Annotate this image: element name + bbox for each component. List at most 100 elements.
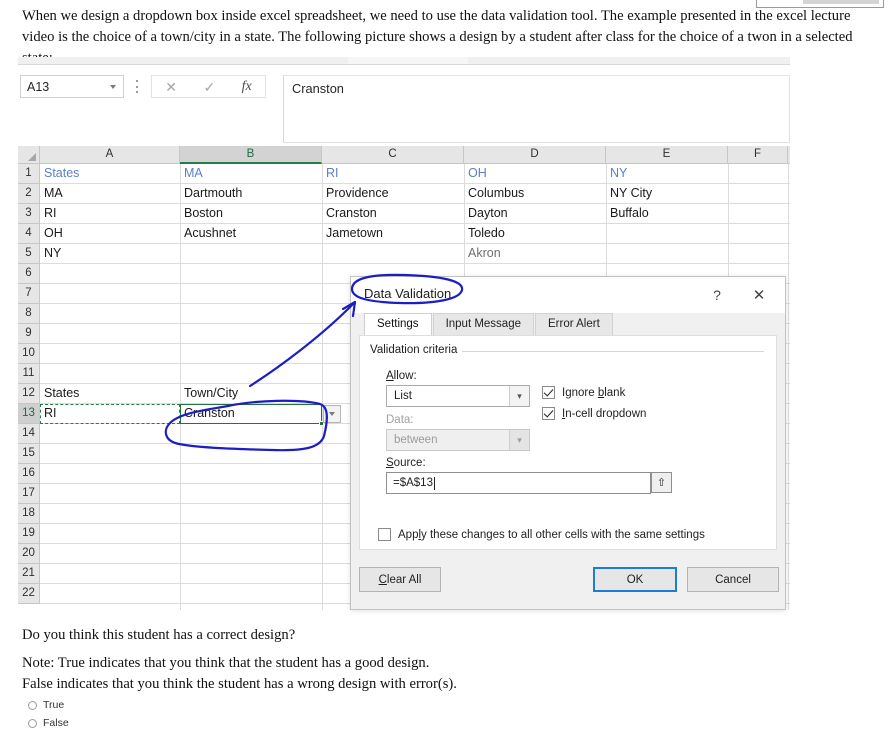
in-cell-dropdown-checkbox[interactable]: In-cell dropdown — [542, 407, 646, 420]
row-header-18[interactable]: 18 — [18, 504, 40, 524]
row-header-9[interactable]: 9 — [18, 324, 40, 344]
cell-c4[interactable]: Jametown — [322, 224, 462, 244]
row-header-7[interactable]: 7 — [18, 284, 40, 304]
excel-left-margin — [0, 57, 18, 610]
row-header-19[interactable]: 19 — [18, 524, 40, 544]
clear-all-button[interactable]: Clear All — [359, 567, 441, 592]
row-header-14[interactable]: 14 — [18, 424, 40, 444]
cell-a12[interactable]: States — [40, 384, 178, 404]
tab-input-message[interactable]: Input Message — [432, 313, 534, 335]
in-cell-dropdown-button[interactable] — [323, 405, 341, 423]
cell-a5[interactable]: NY — [40, 244, 178, 264]
cell-e2[interactable]: NY City — [606, 184, 726, 204]
cell-e1[interactable]: NY — [606, 164, 726, 184]
tab-error-alert[interactable]: Error Alert — [535, 313, 613, 335]
cell-b3[interactable]: Boston — [180, 204, 320, 224]
row-header-20[interactable]: 20 — [18, 544, 40, 564]
checkbox-box[interactable] — [542, 386, 555, 399]
row-header-4[interactable]: 4 — [18, 224, 40, 244]
row-header-3[interactable]: 3 — [18, 204, 40, 224]
cell-d4[interactable]: Toledo — [464, 224, 604, 244]
ok-button[interactable]: OK — [593, 567, 677, 592]
close-icon[interactable]: ✕ — [165, 80, 177, 94]
allow-value: List — [394, 390, 412, 402]
row-header-15[interactable]: 15 — [18, 444, 40, 464]
column-header-d[interactable]: D — [464, 146, 606, 164]
cell-a3[interactable]: RI — [40, 204, 178, 224]
cell-b2[interactable]: Dartmouth — [180, 184, 320, 204]
cell-e3[interactable]: Buffalo — [606, 204, 726, 224]
row-header-22[interactable]: 22 — [18, 584, 40, 604]
chevron-down-icon[interactable] — [110, 85, 116, 89]
help-icon[interactable]: ? — [703, 283, 731, 307]
cell-b4[interactable]: Acushnet — [180, 224, 320, 244]
question-prompt: Do you think this student has a correct … — [22, 627, 296, 643]
checkbox-box[interactable] — [378, 528, 391, 541]
formula-input[interactable]: Cranston — [283, 75, 790, 143]
allow-select[interactable]: List ▾ — [386, 385, 530, 407]
dialog-titlebar: Data Validation ? ✕ — [351, 277, 785, 313]
cell-a1[interactable]: States — [40, 164, 178, 184]
settings-panel: Validation criteria Allow: List ▾ Data: … — [359, 335, 777, 550]
row-header-17[interactable]: 17 — [18, 484, 40, 504]
allow-label: Allow: — [386, 370, 417, 382]
chevron-down-icon[interactable]: ▾ — [509, 386, 529, 406]
column-header-extra — [788, 146, 790, 164]
row-header-2[interactable]: 2 — [18, 184, 40, 204]
column-header-f[interactable]: F — [728, 146, 788, 164]
formula-bar-buttons: ✕ ✓ fx — [151, 75, 266, 98]
row-header-5[interactable]: 5 — [18, 244, 40, 264]
radio-option-true[interactable]: True — [28, 697, 69, 713]
column-header-b[interactable]: B — [180, 146, 322, 164]
cell-c2[interactable]: Providence — [322, 184, 462, 204]
clear-all-rest: lear All — [386, 573, 422, 586]
select-all-corner[interactable] — [18, 146, 40, 164]
column-header-c[interactable]: C — [322, 146, 464, 164]
ignore-blank-checkbox[interactable]: Ignore blank — [542, 386, 625, 399]
radio-option-false[interactable]: False — [28, 715, 69, 731]
row-header-13[interactable]: 13 — [18, 404, 40, 424]
name-box[interactable]: A13 — [20, 75, 124, 98]
source-label: Source: — [386, 457, 426, 469]
radio-mark[interactable] — [28, 700, 37, 710]
row-header-6[interactable]: 6 — [18, 264, 40, 284]
apply-all-checkbox[interactable]: Apply these changes to all other cells w… — [378, 528, 705, 541]
close-icon[interactable]: ✕ — [739, 283, 779, 307]
source-input[interactable]: =$A$13 — [386, 472, 651, 494]
fx-icon[interactable]: fx — [242, 79, 252, 94]
cell-d3[interactable]: Dayton — [464, 204, 604, 224]
cell-d2[interactable]: Columbus — [464, 184, 604, 204]
cell-d1[interactable]: OH — [464, 164, 604, 184]
column-headers: ABCDEF — [18, 146, 790, 164]
chevron-down-icon: ▾ — [509, 430, 529, 450]
cell-a13[interactable]: RI — [40, 404, 178, 424]
row-header-16[interactable]: 16 — [18, 464, 40, 484]
checkbox-box[interactable] — [542, 407, 555, 420]
row-header-1[interactable]: 1 — [18, 164, 40, 184]
check-icon[interactable]: ✓ — [203, 80, 215, 94]
tab-settings[interactable]: Settings — [364, 313, 432, 335]
dialog-tabs: Settings Input Message Error Alert — [364, 313, 614, 335]
radio-mark[interactable] — [28, 718, 37, 728]
row-header-11[interactable]: 11 — [18, 364, 40, 384]
cancel-button[interactable]: Cancel — [687, 567, 779, 592]
range-select-icon[interactable]: ⇧ — [651, 472, 672, 493]
cell-b12[interactable]: Town/City — [180, 384, 320, 404]
validation-criteria-label: Validation criteria — [370, 344, 463, 356]
data-select: between ▾ — [386, 429, 530, 451]
text-caret — [433, 476, 435, 490]
cell-c3[interactable]: Cranston — [322, 204, 462, 224]
cell-b1[interactable]: MA — [180, 164, 320, 184]
column-header-e[interactable]: E — [606, 146, 728, 164]
row-header-12[interactable]: 12 — [18, 384, 40, 404]
column-header-a[interactable]: A — [40, 146, 180, 164]
row-header-21[interactable]: 21 — [18, 564, 40, 584]
cell-c1[interactable]: RI — [322, 164, 462, 184]
cell-a2[interactable]: MA — [40, 184, 178, 204]
source-label-rest: ource: — [393, 457, 426, 469]
cell-b13[interactable]: Cranston — [180, 404, 320, 424]
cell-d5[interactable]: Akron — [464, 244, 604, 264]
cell-a4[interactable]: OH — [40, 224, 178, 244]
row-header-8[interactable]: 8 — [18, 304, 40, 324]
row-header-10[interactable]: 10 — [18, 344, 40, 364]
